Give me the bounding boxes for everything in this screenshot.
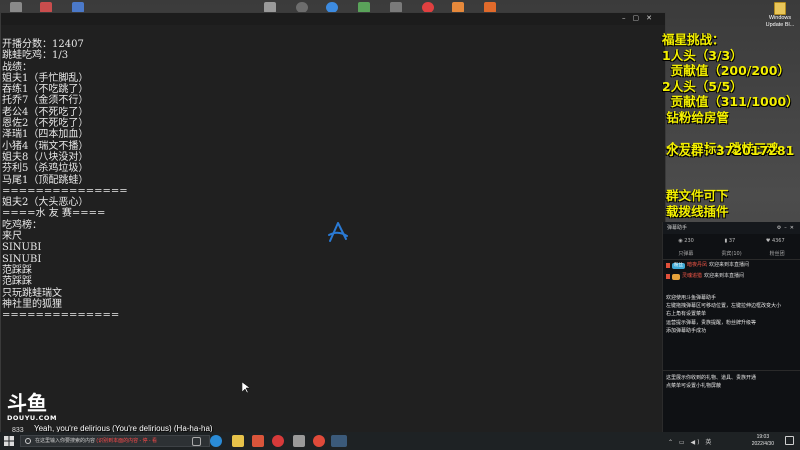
edge-icon[interactable] bbox=[210, 435, 222, 447]
viewer-count: ◉ 230 bbox=[678, 238, 694, 244]
notification-icon[interactable] bbox=[785, 436, 794, 445]
windows-start-icon[interactable] bbox=[4, 436, 14, 446]
danmu-message-row: 粉丝 暗夜丹凤 欢迎来到本直播间 bbox=[663, 260, 800, 271]
app-icon[interactable] bbox=[293, 435, 305, 447]
console-window[interactable]: –▢✕ 开播分数：12407 跳蛙吃鸡：1/3 战绩： 姐夫1（手忙脚乱） 吞练… bbox=[0, 12, 666, 434]
danmu-panel-header[interactable]: 弹幕助手 ⚙–✕ bbox=[663, 222, 800, 234]
danmu-username[interactable]: 灵魂追猎 bbox=[682, 271, 702, 282]
fan-badge bbox=[672, 273, 680, 280]
console-output: 开播分数：12407 跳蛙吃鸡：1/3 战绩： 姐夫1（手忙脚乱） 吞练1（不吃… bbox=[2, 39, 128, 322]
clock-time: 19:03 bbox=[756, 434, 770, 440]
fan-badge: 粉丝 bbox=[672, 262, 685, 269]
level-icon bbox=[666, 263, 670, 268]
danmu-username[interactable]: 暗夜丹凤 bbox=[687, 260, 707, 271]
danmu-text: 欢迎来到本直播间 bbox=[704, 273, 745, 279]
desktop-file-label: Windows Update Bl... bbox=[765, 15, 795, 28]
search-icon bbox=[25, 438, 31, 444]
folder-icon[interactable] bbox=[232, 435, 244, 447]
tab-vip[interactable]: 贵宾(10) bbox=[709, 248, 755, 259]
mouse-cursor-icon bbox=[242, 382, 250, 394]
app-icon[interactable] bbox=[313, 435, 325, 447]
divider bbox=[663, 370, 800, 371]
taskbar: 在这里输入你要搜索的内容 (识别到本面的内容 - 停 - 看 ⌃ ▭ ◀) 英 … bbox=[0, 432, 800, 450]
gift-area-text: 这里展示你收到的礼物、道具、贵族开通 点菜单可设置小礼物屏蔽 bbox=[666, 375, 757, 390]
desktop-file-windows-update[interactable]: Windows Update Bl... bbox=[760, 2, 800, 29]
tab-fans[interactable]: 粉丝团 bbox=[754, 248, 800, 259]
file-icon bbox=[774, 2, 786, 15]
danmu-info-text: 欢迎使用斗鱼弹幕助手 左键拖拽弹幕区可移动位置，左键拉伸边框改变大小 右上角有设… bbox=[666, 295, 782, 334]
danmu-message-row: 灵魂追猎 欢迎来到本直播间 bbox=[663, 271, 800, 282]
group-file-overlay: 群文件可下 载拨线插件 bbox=[666, 188, 729, 219]
netease-music-icon[interactable] bbox=[272, 435, 284, 447]
danmu-stats-bar: ◉ 230 ▮ 37 ♥ 4367 bbox=[663, 234, 800, 248]
douyu-logo: 斗鱼 DOUYU.COM bbox=[7, 392, 59, 428]
clock[interactable]: 19:03 2022/4/30 bbox=[752, 434, 774, 448]
level-icon bbox=[666, 274, 670, 279]
taskview-icon[interactable] bbox=[192, 437, 201, 446]
taskbar-search-input[interactable]: 在这里输入你要搜索的内容 (识别到本面的内容 - 停 - 看 bbox=[20, 435, 210, 447]
danmu-tabs: 只弹幕 贵宾(10) 粉丝团 bbox=[663, 248, 800, 260]
danmu-panel-title: 弹幕助手 bbox=[667, 225, 688, 231]
window-controls[interactable]: –▢✕ bbox=[622, 14, 659, 22]
member-count: ▮ 37 bbox=[724, 238, 736, 244]
fans-group-overlay: 水友群：372017281 bbox=[666, 143, 795, 158]
heat-count: ♥ 4367 bbox=[765, 238, 785, 244]
console-taskbar-icon[interactable] bbox=[331, 435, 347, 447]
challenge-overlay: 福星挑战： 1人头（3/3） 贡献值（200/200） 2人头（5/5） 贡献值… bbox=[662, 32, 799, 157]
danmu-text: 欢迎来到本直播间 bbox=[709, 262, 750, 268]
loading-spinner-icon bbox=[328, 222, 348, 242]
douyu-logo-mark: 斗鱼 bbox=[7, 391, 47, 415]
app-icon[interactable] bbox=[252, 435, 264, 447]
tab-danmu[interactable]: 只弹幕 bbox=[663, 248, 709, 259]
clock-date: 2022/4/30 bbox=[751, 441, 774, 447]
danmu-assistant-panel[interactable]: 弹幕助手 ⚙–✕ ◉ 230 ▮ 37 ♥ 4367 只弹幕 贵宾(10) 粉丝… bbox=[662, 222, 800, 432]
danmu-panel-controls[interactable]: ⚙–✕ bbox=[777, 222, 797, 234]
console-titlebar[interactable]: –▢✕ bbox=[1, 13, 665, 25]
system-tray-icons[interactable]: ⌃ ▭ ◀) 英 bbox=[668, 437, 713, 446]
douyu-logo-word: DOUYU.COM bbox=[7, 414, 57, 422]
search-placeholder: 在这里输入你要搜索的内容 bbox=[35, 438, 96, 444]
search-overlay-text: (识别到本面的内容 - 停 - 看 bbox=[96, 438, 157, 444]
